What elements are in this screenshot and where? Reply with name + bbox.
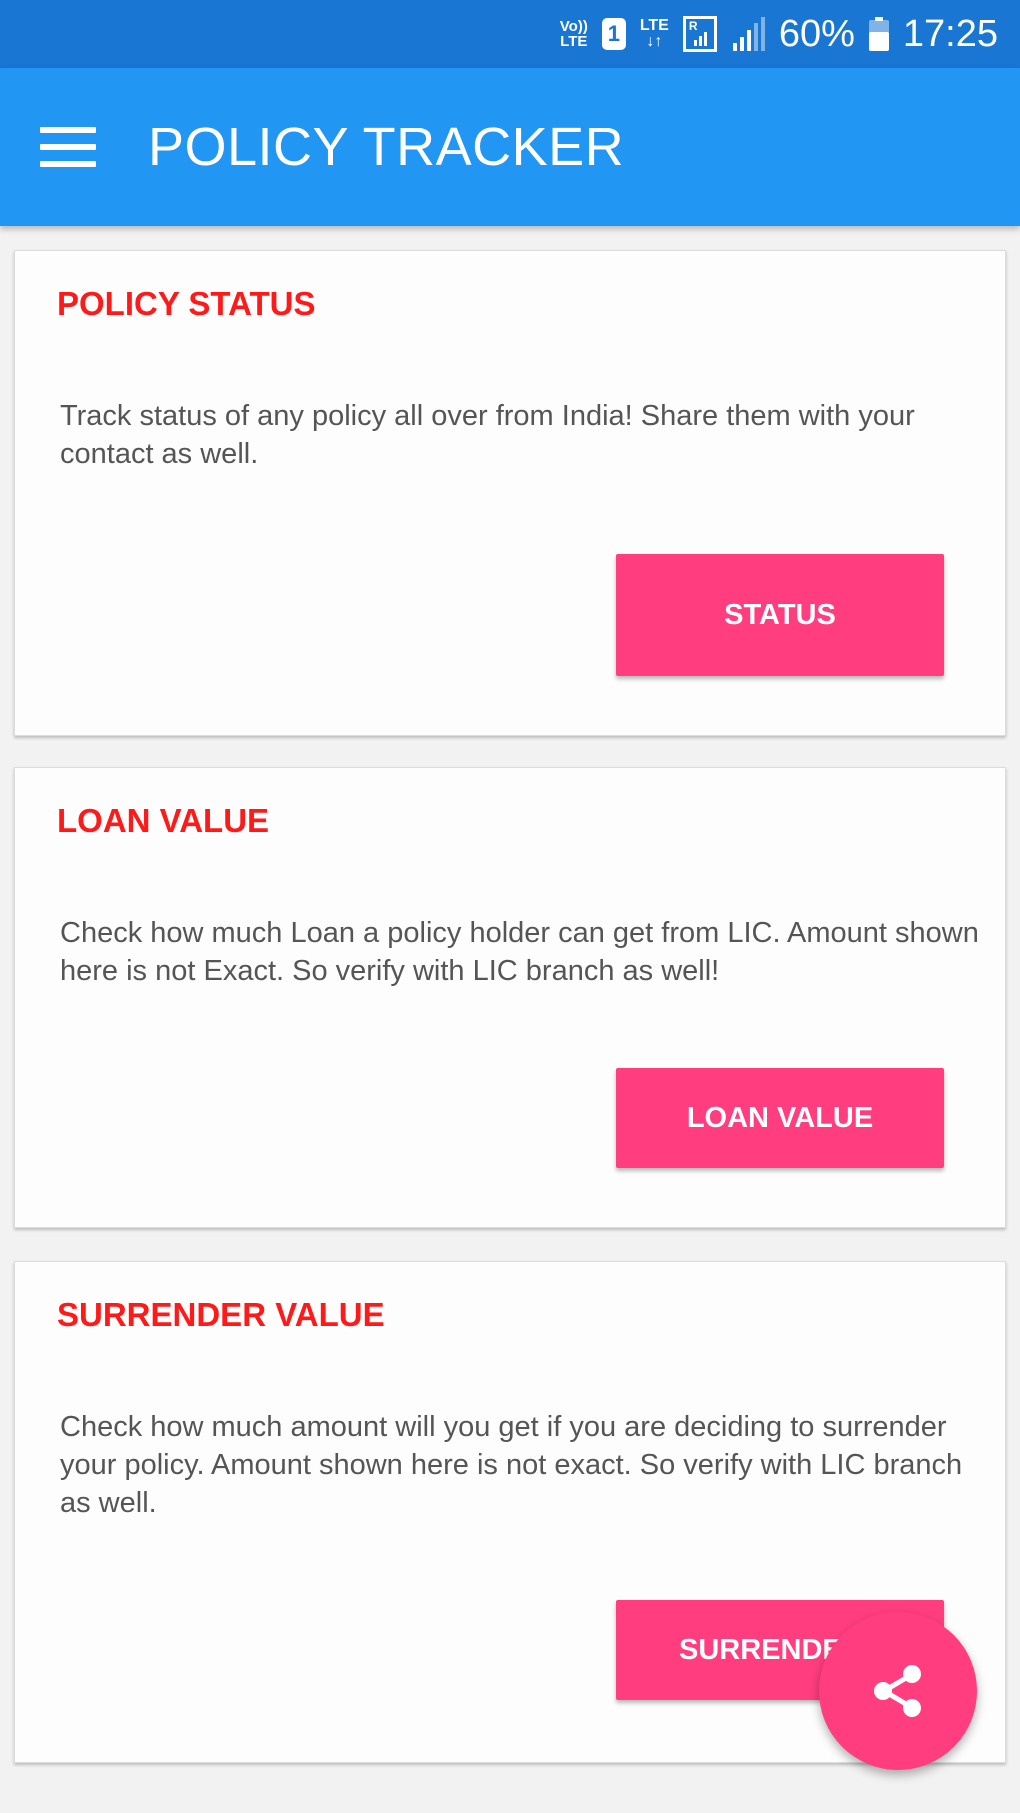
card-description-policy-status: Track status of any policy all over from… xyxy=(60,400,915,470)
sim-slot-number: 1 xyxy=(607,21,620,46)
card-title-loan-value: LOAN VALUE xyxy=(57,802,270,839)
app-title: POLICY TRACKER xyxy=(148,117,625,177)
loan-value-card: LOAN VALUE Check how much Loan a policy … xyxy=(14,767,1006,1228)
card-title-surrender-value: SURRENDER VALUE xyxy=(57,1296,385,1333)
battery-percent: 60% xyxy=(778,12,855,55)
battery-icon xyxy=(868,17,889,51)
hamburger-menu-icon[interactable] xyxy=(40,127,96,167)
status-icons: Vo)) LTE 1 LTE ↓↑ R 60% 17:25 xyxy=(560,0,998,68)
card-description-surrender-value: Check how much amount will you get if yo… xyxy=(60,1411,963,1519)
signal-strength-icon xyxy=(732,17,765,51)
sim-slot-icon: 1 xyxy=(601,18,626,50)
status-button[interactable]: STATUS xyxy=(616,554,944,676)
share-fab-button[interactable] xyxy=(819,1612,977,1770)
policy-status-card: POLICY STATUS Track status of any policy… xyxy=(14,250,1006,736)
network-type-indicator: LTE ↓↑ xyxy=(640,18,669,50)
card-title-policy-status: POLICY STATUS xyxy=(57,285,316,322)
share-icon xyxy=(874,1665,921,1717)
roaming-bars-icon xyxy=(693,32,707,46)
clock: 17:25 xyxy=(902,12,998,55)
volte-line-1: Vo)) xyxy=(559,18,588,35)
app-bar: POLICY TRACKER xyxy=(0,68,1020,226)
data-arrows-icon: ↓↑ xyxy=(646,33,663,50)
status-bar: Vo)) LTE 1 LTE ↓↑ R 60% 17:25 xyxy=(0,0,1020,68)
volte-line-2: LTE xyxy=(560,33,588,50)
network-type-label: LTE xyxy=(639,17,669,34)
loan-value-button[interactable]: LOAN VALUE xyxy=(616,1068,944,1168)
card-description-loan-value: Check how much Loan a policy holder can … xyxy=(60,917,979,987)
volte-indicator: Vo)) LTE xyxy=(560,19,588,49)
roaming-signal-icon: R xyxy=(682,16,717,52)
